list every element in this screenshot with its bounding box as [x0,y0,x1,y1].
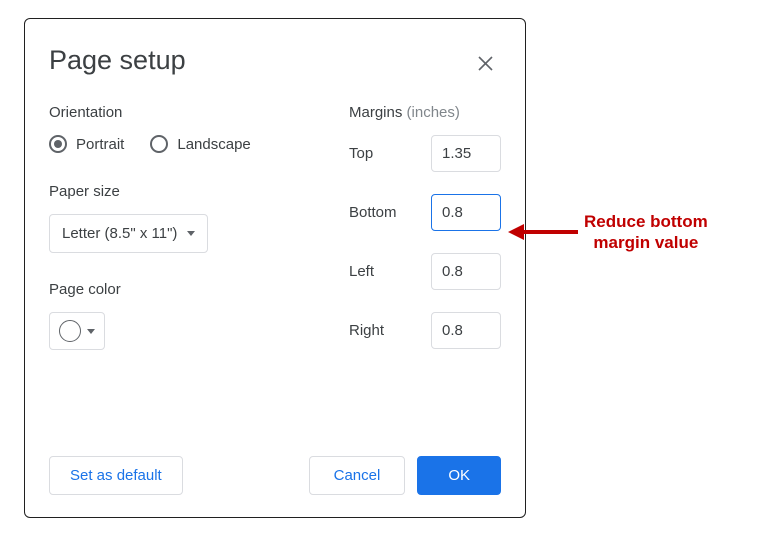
landscape-radio[interactable]: Landscape [150,135,250,153]
margin-right-input[interactable] [431,312,501,349]
margin-top-label: Top [349,145,431,162]
color-swatch-icon [59,320,81,342]
chevron-down-icon [187,231,195,236]
left-column: Orientation Portrait Landscape Paper siz… [49,104,329,371]
radio-unselected-icon [150,135,168,153]
annotation-line1: Reduce bottom [584,211,708,232]
margin-left-input[interactable] [431,253,501,290]
portrait-radio[interactable]: Portrait [49,135,124,153]
margin-left-label: Left [349,263,431,280]
margin-right-row: Right [349,312,501,349]
right-column: Margins (inches) Top Bottom Left Right [349,104,501,371]
close-icon [478,56,493,71]
arrow-left-icon [508,220,578,244]
paper-size-select[interactable]: Letter (8.5" x 11") [49,214,208,253]
orientation-label: Orientation [49,104,329,121]
orientation-radio-group: Portrait Landscape [49,135,329,153]
chevron-down-icon [87,329,95,334]
margin-bottom-label: Bottom [349,204,431,221]
margins-units: (inches) [407,104,460,121]
margin-left-row: Left [349,253,501,290]
margin-right-label: Right [349,322,431,339]
page-setup-dialog: Page setup Orientation Portrait Landscap… [24,18,526,518]
portrait-radio-label: Portrait [76,136,124,153]
dialog-title: Page setup [49,45,501,76]
paper-size-label: Paper size [49,183,329,200]
annotation-callout: Reduce bottom margin value [508,211,708,254]
margin-bottom-input[interactable] [431,194,501,231]
annotation-line2: margin value [584,232,708,253]
set-as-default-button[interactable]: Set as default [49,456,183,495]
margins-label-text: Margins [349,104,402,121]
page-color-picker[interactable] [49,312,105,350]
margins-label: Margins (inches) [349,104,501,121]
margin-bottom-row: Bottom [349,194,501,231]
landscape-radio-label: Landscape [177,136,250,153]
radio-selected-icon [49,135,67,153]
close-button[interactable] [473,51,497,75]
ok-button[interactable]: OK [417,456,501,495]
page-color-label: Page color [49,281,329,298]
paper-size-value: Letter (8.5" x 11") [62,225,177,242]
cancel-button[interactable]: Cancel [309,456,406,495]
margin-top-row: Top [349,135,501,172]
margin-top-input[interactable] [431,135,501,172]
annotation-text: Reduce bottom margin value [584,211,708,254]
dialog-footer: Set as default Cancel OK [49,456,501,495]
